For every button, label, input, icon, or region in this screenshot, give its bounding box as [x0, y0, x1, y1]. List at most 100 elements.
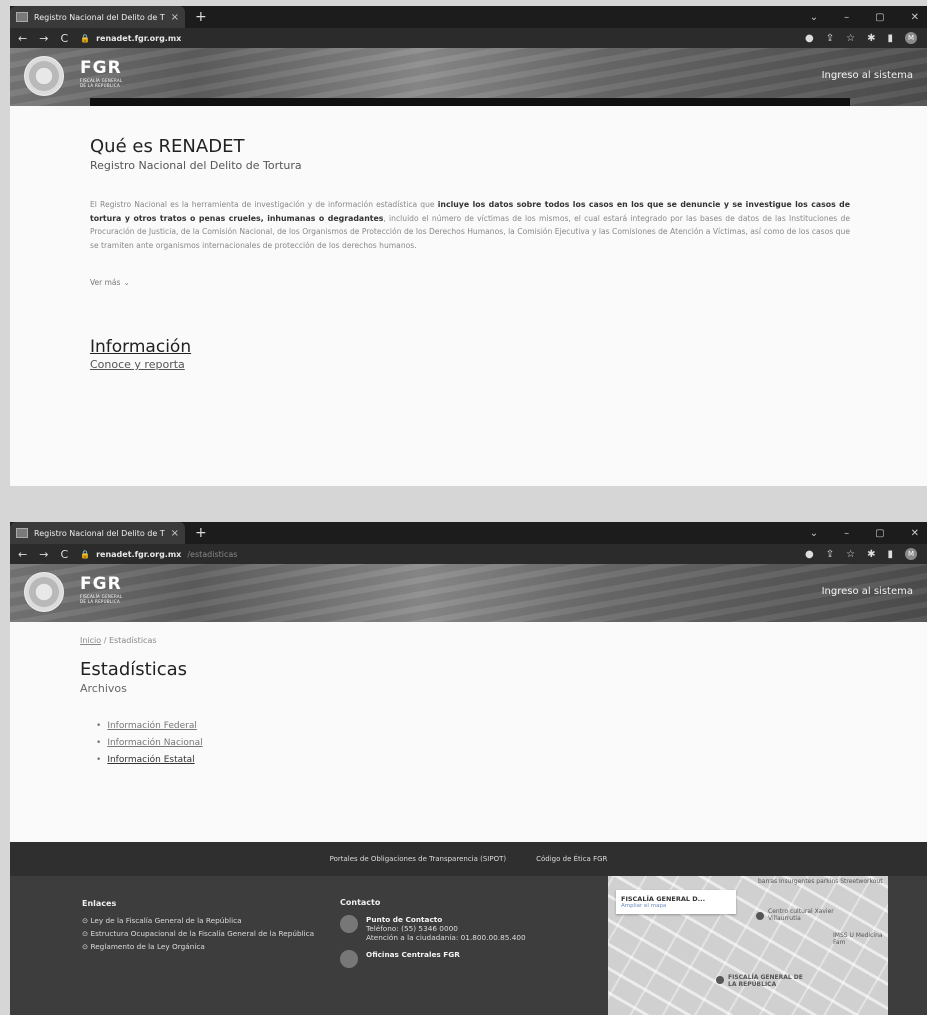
reload-button[interactable]: C — [60, 548, 68, 561]
profile-avatar[interactable]: M — [905, 548, 917, 560]
forward-button[interactable]: → — [39, 548, 48, 561]
login-link[interactable]: Ingreso al sistema — [822, 586, 913, 597]
breadcrumb-home-link[interactable]: Inicio — [80, 636, 101, 645]
share-icon[interactable]: ⇪ — [826, 549, 834, 560]
sipot-link[interactable]: Portales de Obligaciones de Transparenci… — [330, 855, 507, 863]
files-list: • Información Federal • Información Nacion… — [96, 721, 927, 765]
url-field[interactable]: 🔒 renadet.fgr.org.mx — [80, 34, 187, 43]
tab-bar: Registro Nacional del Delito de T × + ⌄ … — [10, 6, 927, 28]
favicon-icon — [16, 12, 28, 22]
circle-arrow-icon: ⊙ — [82, 916, 89, 925]
new-tab-button[interactable]: + — [195, 525, 207, 541]
maximize-button[interactable]: ▢ — [875, 12, 884, 23]
info-subheading-link[interactable]: Conoce y reporta — [90, 358, 927, 371]
fgr-logo[interactable]: FGR FISCALÍA GENERAL DE LA REPÚBLICA — [80, 574, 130, 604]
fgr-logo[interactable]: FGR FISCALÍA GENERAL DE LA REPÚBLICA — [80, 58, 130, 88]
main-content: Inicio / Estadísticas Estadísticas Archi… — [10, 622, 927, 765]
chevron-down-icon[interactable]: ⌄ — [810, 12, 818, 23]
map-enlarge-link[interactable]: Ampliar el mapa — [621, 903, 731, 909]
sidebar-icon[interactable]: ▮ — [887, 549, 893, 560]
map-place-title: FISCALÍA GENERAL D... — [621, 895, 706, 903]
map-label: IMSS U Medicina Fam — [833, 932, 883, 946]
description-paragraph: El Registro Nacional es la herramienta d… — [90, 198, 850, 252]
banner-strip — [90, 98, 850, 106]
footer-links-bar: Portales de Obligaciones de Transparenci… — [10, 842, 927, 876]
url-path: /estadisticas — [187, 549, 238, 559]
reload-button[interactable]: C — [60, 32, 68, 45]
close-window-button[interactable]: ✕ — [911, 528, 919, 539]
circle-arrow-icon: ⊙ — [82, 929, 89, 938]
browser-tab[interactable]: Registro Nacional del Delito de T × — [10, 522, 185, 544]
bullet-icon: • — [96, 755, 102, 765]
footer-enlaces: Enlaces ⊙ Ley de la Fiscalía General de … — [82, 898, 342, 954]
para-text-1: El Registro Nacional es la herramienta d… — [90, 200, 438, 209]
chevron-down-icon[interactable]: ⌄ — [810, 528, 818, 539]
file-link-estatal[interactable]: Información Estatal — [107, 755, 194, 765]
footer-link[interactable]: ⊙ Reglamento de la Ley Orgánica — [82, 941, 342, 952]
maximize-button[interactable]: ▢ — [875, 528, 884, 539]
extension-icon[interactable]: ● — [805, 33, 814, 44]
footer-link[interactable]: ⊙ Estructura Ocupacional de la Fiscalía … — [82, 928, 342, 939]
page-title: Estadísticas — [80, 659, 188, 680]
site-header-banner: FGR FISCALÍA GENERAL DE LA REPÚBLICA Ing… — [10, 564, 927, 622]
mexico-seal-icon — [24, 572, 64, 612]
lock-icon: 🔒 — [80, 33, 91, 43]
window-controls: ⌄ – ▢ ✕ — [810, 6, 919, 28]
list-item[interactable]: • Información Nacional — [96, 738, 927, 748]
browser-window-renadet: Registro Nacional del Delito de T × + ⌄ … — [10, 6, 927, 486]
file-link-nacional[interactable]: Información Nacional — [107, 738, 202, 748]
footer-link-label: Ley de la Fiscalía General de la Repúbli… — [90, 916, 242, 925]
share-icon[interactable]: ⇪ — [826, 33, 834, 44]
map-pin-icon — [716, 976, 724, 984]
forward-button[interactable]: → — [39, 32, 48, 45]
footer-link-label: Estructura Ocupacional de la Fiscalía Ge… — [90, 929, 315, 938]
profile-avatar[interactable]: M — [905, 32, 917, 44]
puzzle-icon[interactable]: ✱ — [867, 549, 875, 560]
map-pin-icon — [756, 912, 764, 920]
url-field[interactable]: 🔒 renadet.fgr.org.mx/estadisticas — [80, 550, 237, 559]
phone-icon — [340, 915, 358, 933]
logo-subtext: FISCALÍA GENERAL DE LA REPÚBLICA — [80, 594, 123, 604]
footer-contacto: Contacto Punto de Contacto Teléfono: (55… — [340, 898, 590, 968]
puzzle-icon[interactable]: ✱ — [867, 33, 875, 44]
login-link[interactable]: Ingreso al sistema — [822, 70, 913, 81]
embedded-map[interactable]: FISCALÍA GENERAL D... Ampliar el mapa ba… — [608, 876, 888, 1015]
list-item[interactable]: • Información Federal — [96, 721, 927, 731]
lock-icon: 🔒 — [80, 549, 91, 559]
tab-close-icon[interactable]: × — [171, 528, 179, 539]
logo-subtext: FISCALÍA GENERAL DE LA REPÚBLICA — [80, 78, 123, 88]
star-icon[interactable]: ☆ — [846, 549, 855, 560]
close-window-button[interactable]: ✕ — [911, 12, 919, 23]
tab-bar: Registro Nacional del Delito de T × + ⌄ … — [10, 522, 927, 544]
extension-icon[interactable]: ● — [805, 549, 814, 560]
footer-link[interactable]: ⊙ Ley de la Fiscalía General de la Repúb… — [82, 915, 342, 926]
star-icon[interactable]: ☆ — [846, 33, 855, 44]
back-button[interactable]: ← — [18, 32, 27, 45]
minimize-button[interactable]: – — [844, 12, 849, 23]
info-heading-link[interactable]: Información — [90, 337, 191, 357]
map-label: Centro cultural Xavier Villaurrutia — [768, 908, 834, 922]
contacto-heading: Contacto — [340, 898, 381, 907]
browser-tab[interactable]: Registro Nacional del Delito de T × — [10, 6, 185, 28]
address-bar-row: ← → C 🔒 renadet.fgr.org.mx ● ⇪ ☆ ✱ ▮ M — [10, 28, 927, 48]
extension-icons: ● ⇪ ☆ ✱ ▮ M — [805, 544, 917, 564]
page-subtitle: Archivos — [80, 682, 127, 695]
tab-title: Registro Nacional del Delito de T — [34, 12, 165, 22]
back-button[interactable]: ← — [18, 548, 27, 561]
sidebar-icon[interactable]: ▮ — [887, 33, 893, 44]
logo-text: FGR — [80, 58, 122, 78]
bullet-icon: • — [96, 721, 102, 731]
minimize-button[interactable]: – — [844, 528, 849, 539]
browser-window-estadisticas: Registro Nacional del Delito de T × + ⌄ … — [10, 522, 927, 1015]
file-link-federal[interactable]: Información Federal — [107, 721, 197, 731]
list-item[interactable]: • Información Estatal — [96, 755, 927, 765]
new-tab-button[interactable]: + — [195, 9, 207, 25]
site-header-banner: FGR FISCALÍA GENERAL DE LA REPÚBLICA Ing… — [10, 48, 927, 106]
tab-close-icon[interactable]: × — [171, 12, 179, 23]
codigo-etica-link[interactable]: Código de Ética FGR — [536, 855, 607, 863]
ver-mas-toggle[interactable]: Ver más ⌄ — [90, 278, 927, 287]
contact-block: Oficinas Centrales FGR — [340, 950, 590, 968]
contact-block: Punto de Contacto Teléfono: (55) 5346 00… — [340, 915, 590, 942]
logo-text: FGR — [80, 574, 122, 594]
bullet-icon: • — [96, 738, 102, 748]
